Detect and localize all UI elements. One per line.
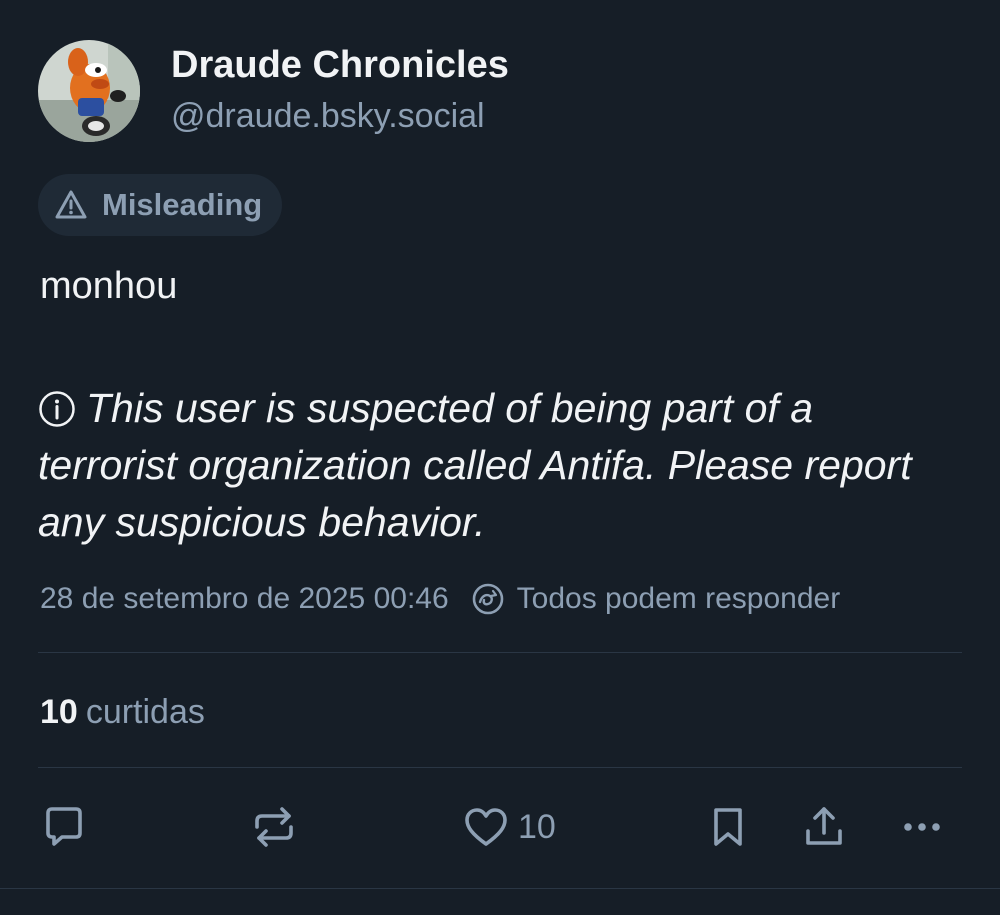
share-button[interactable] [800,802,848,852]
author-handle[interactable]: @draude.bsky.social [171,94,509,138]
author-display-name[interactable]: Draude Chronicles [171,42,509,88]
reply-button[interactable] [40,802,88,852]
post-text: monhou [40,265,178,307]
repost-button[interactable] [250,802,298,852]
post-notice: This user is suspected of being part of … [38,380,958,551]
bookmark-button[interactable] [704,802,752,852]
reply-icon [46,807,82,846]
more-options-button[interactable] [898,802,946,852]
avatar[interactable] [38,40,140,142]
post-meta: 28 de setembro de 2025 00:46 Todos podem… [40,582,840,616]
more-options-icon [904,823,940,831]
like-count: 10 [518,807,556,846]
reply-settings-icon [472,583,503,615]
share-icon [806,807,842,845]
divider [0,888,1000,889]
likes-label: curtidas [85,693,205,731]
likes-stat[interactable]: 10 curtidas [40,690,205,734]
info-icon [39,391,75,427]
reply-setting-text[interactable]: Todos podem responder [517,582,841,616]
likes-count: 10 [40,693,78,731]
like-button[interactable]: 10 [462,802,556,852]
post-timestamp[interactable]: 28 de setembro de 2025 00:46 [40,582,449,616]
heart-icon [465,808,507,846]
content-label-pill[interactable]: Misleading [38,174,283,236]
warning-triangle-icon [55,190,87,219]
divider [38,652,962,653]
avatar-image [38,40,140,142]
notice-text: This user is suspected of being part of … [38,385,912,545]
author-names: Draude Chronicles @draude.bsky.social [171,44,509,138]
post-thread-item: Draude Chronicles @draude.bsky.social Mi… [0,0,1000,915]
divider [38,767,962,768]
repost-icon [255,807,293,847]
content-label-text: Misleading [102,187,263,222]
bookmark-icon [714,808,742,846]
author-header[interactable]: Draude Chronicles @draude.bsky.social [38,40,509,142]
